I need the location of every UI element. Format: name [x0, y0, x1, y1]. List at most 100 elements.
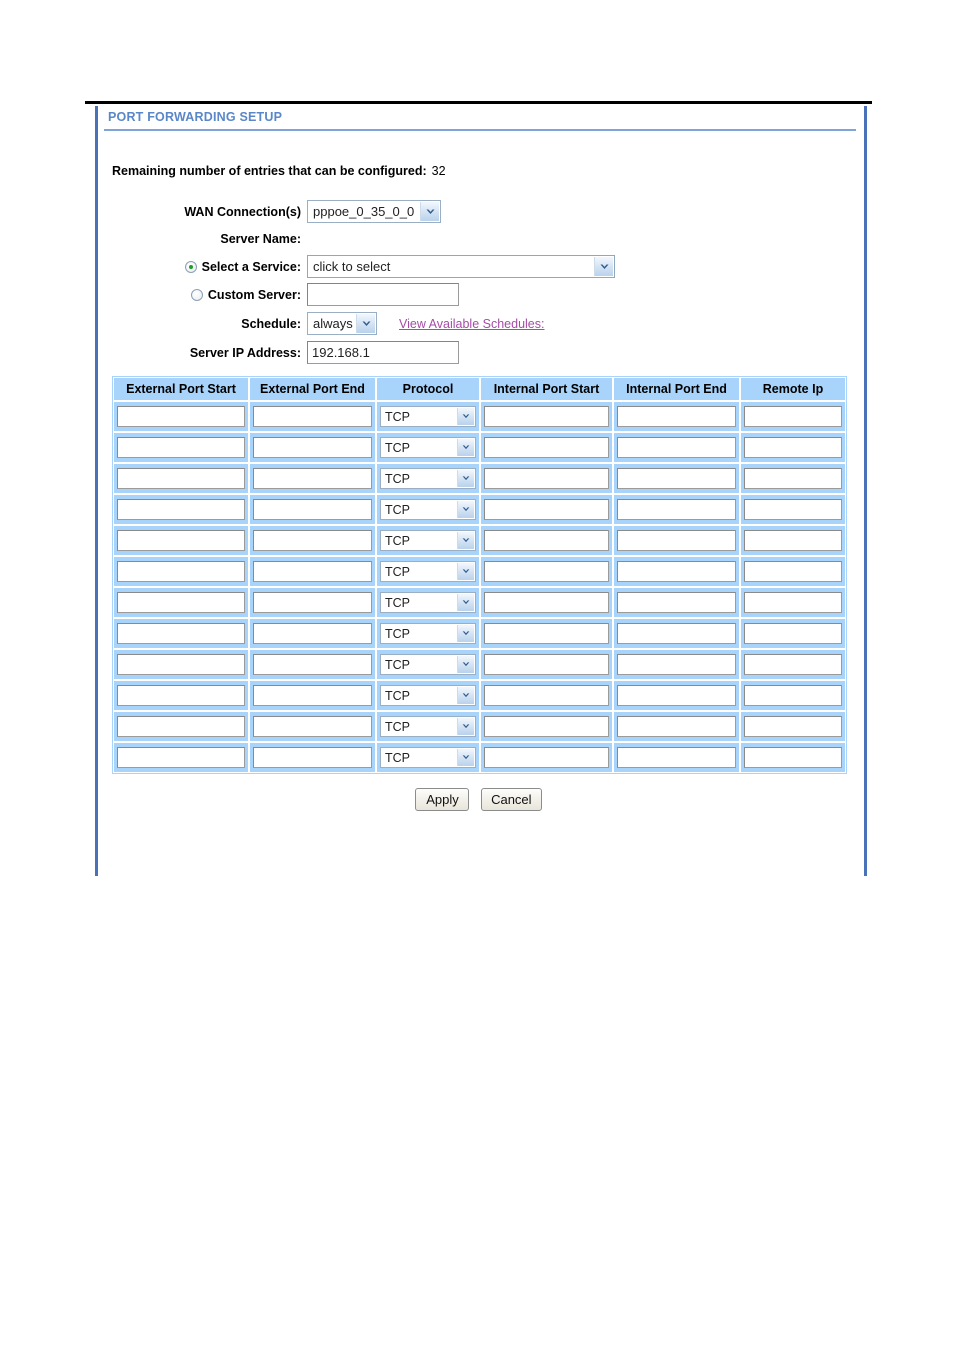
- protocol-select[interactable]: TCP: [380, 623, 476, 644]
- protocol-value: TCP: [385, 595, 410, 610]
- protocol-select[interactable]: TCP: [380, 716, 476, 737]
- internal-port-end-input[interactable]: [617, 468, 736, 489]
- cancel-button[interactable]: Cancel: [481, 788, 542, 811]
- internal-port-start-input[interactable]: [484, 437, 609, 458]
- internal-port-start-input[interactable]: [484, 685, 609, 706]
- internal-port-end-input[interactable]: [617, 654, 736, 675]
- cell-remote-ip: [740, 432, 846, 463]
- custom-server-radio[interactable]: [190, 288, 203, 301]
- protocol-select[interactable]: TCP: [380, 747, 476, 768]
- cell-external-port-start: [113, 463, 249, 494]
- view-available-schedules-link[interactable]: View Available Schedules:: [399, 317, 544, 331]
- select-service-radio[interactable]: [184, 260, 197, 273]
- cell-remote-ip: [740, 742, 846, 773]
- wan-connection-label: WAN Connection(s): [184, 204, 301, 219]
- internal-port-start-input[interactable]: [484, 623, 609, 644]
- remote-ip-input[interactable]: [744, 561, 842, 582]
- apply-button[interactable]: Apply: [415, 788, 470, 811]
- protocol-value: TCP: [385, 471, 410, 486]
- protocol-select[interactable]: TCP: [380, 468, 476, 489]
- external-port-start-input[interactable]: [117, 716, 245, 737]
- internal-port-start-input[interactable]: [484, 499, 609, 520]
- protocol-select[interactable]: TCP: [380, 437, 476, 458]
- table-row: TCP: [113, 401, 846, 432]
- internal-port-end-input[interactable]: [617, 623, 736, 644]
- external-port-end-input[interactable]: [253, 468, 372, 489]
- external-port-end-input[interactable]: [253, 592, 372, 613]
- table-row: TCP: [113, 494, 846, 525]
- external-port-end-input[interactable]: [253, 406, 372, 427]
- internal-port-end-input[interactable]: [617, 592, 736, 613]
- external-port-end-input[interactable]: [253, 561, 372, 582]
- external-port-end-input[interactable]: [253, 437, 372, 458]
- remote-ip-input[interactable]: [744, 654, 842, 675]
- protocol-select[interactable]: TCP: [380, 530, 476, 551]
- external-port-end-input[interactable]: [253, 499, 372, 520]
- page-title: PORT FORWARDING SETUP: [108, 110, 283, 124]
- remaining-entries-label: Remaining number of entries that can be …: [112, 164, 427, 178]
- table-row: TCP: [113, 649, 846, 680]
- internal-port-start-input[interactable]: [484, 716, 609, 737]
- external-port-end-input[interactable]: [253, 654, 372, 675]
- protocol-select[interactable]: TCP: [380, 654, 476, 675]
- remote-ip-input[interactable]: [744, 468, 842, 489]
- header-internal-port-start: Internal Port Start: [480, 377, 613, 401]
- internal-port-end-input[interactable]: [617, 530, 736, 551]
- internal-port-end-input[interactable]: [617, 499, 736, 520]
- internal-port-end-input[interactable]: [617, 685, 736, 706]
- external-port-start-input[interactable]: [117, 530, 245, 551]
- schedule-value: always: [313, 316, 353, 331]
- internal-port-start-input[interactable]: [484, 530, 609, 551]
- internal-port-end-input[interactable]: [617, 406, 736, 427]
- remote-ip-input[interactable]: [744, 685, 842, 706]
- protocol-select[interactable]: TCP: [380, 685, 476, 706]
- remote-ip-input[interactable]: [744, 623, 842, 644]
- remote-ip-input[interactable]: [744, 716, 842, 737]
- external-port-end-input[interactable]: [253, 685, 372, 706]
- remote-ip-input[interactable]: [744, 437, 842, 458]
- remote-ip-input[interactable]: [744, 747, 842, 768]
- cell-internal-port-end: [613, 618, 740, 649]
- external-port-start-input[interactable]: [117, 561, 245, 582]
- remote-ip-input[interactable]: [744, 406, 842, 427]
- external-port-start-input[interactable]: [117, 654, 245, 675]
- wan-connection-select[interactable]: pppoe_0_35_0_0: [307, 200, 441, 223]
- wan-connection-value: pppoe_0_35_0_0: [313, 204, 415, 219]
- internal-port-end-input[interactable]: [617, 437, 736, 458]
- external-port-start-input[interactable]: [117, 406, 245, 427]
- external-port-start-input[interactable]: [117, 437, 245, 458]
- protocol-select[interactable]: TCP: [380, 499, 476, 520]
- protocol-value: TCP: [385, 564, 410, 579]
- protocol-select[interactable]: TCP: [380, 592, 476, 613]
- custom-server-input[interactable]: [307, 283, 459, 306]
- cell-protocol: TCP: [376, 742, 480, 773]
- schedule-select[interactable]: always: [307, 312, 377, 335]
- protocol-select[interactable]: TCP: [380, 406, 476, 427]
- internal-port-end-input[interactable]: [617, 747, 736, 768]
- internal-port-start-input[interactable]: [484, 654, 609, 675]
- internal-port-end-input[interactable]: [617, 561, 736, 582]
- remote-ip-input[interactable]: [744, 530, 842, 551]
- server-ip-input[interactable]: [307, 341, 459, 364]
- select-service-dropdown[interactable]: click to select: [307, 255, 615, 278]
- remote-ip-input[interactable]: [744, 592, 842, 613]
- external-port-start-input[interactable]: [117, 468, 245, 489]
- external-port-start-input[interactable]: [117, 499, 245, 520]
- internal-port-end-input[interactable]: [617, 716, 736, 737]
- internal-port-start-input[interactable]: [484, 592, 609, 613]
- external-port-start-input[interactable]: [117, 685, 245, 706]
- external-port-end-input[interactable]: [253, 716, 372, 737]
- internal-port-start-input[interactable]: [484, 406, 609, 427]
- protocol-select[interactable]: TCP: [380, 561, 476, 582]
- external-port-start-input[interactable]: [117, 592, 245, 613]
- chevron-down-icon: [457, 594, 474, 611]
- remote-ip-input[interactable]: [744, 499, 842, 520]
- external-port-start-input[interactable]: [117, 747, 245, 768]
- external-port-end-input[interactable]: [253, 623, 372, 644]
- internal-port-start-input[interactable]: [484, 561, 609, 582]
- external-port-end-input[interactable]: [253, 747, 372, 768]
- external-port-start-input[interactable]: [117, 623, 245, 644]
- internal-port-start-input[interactable]: [484, 747, 609, 768]
- internal-port-start-input[interactable]: [484, 468, 609, 489]
- external-port-end-input[interactable]: [253, 530, 372, 551]
